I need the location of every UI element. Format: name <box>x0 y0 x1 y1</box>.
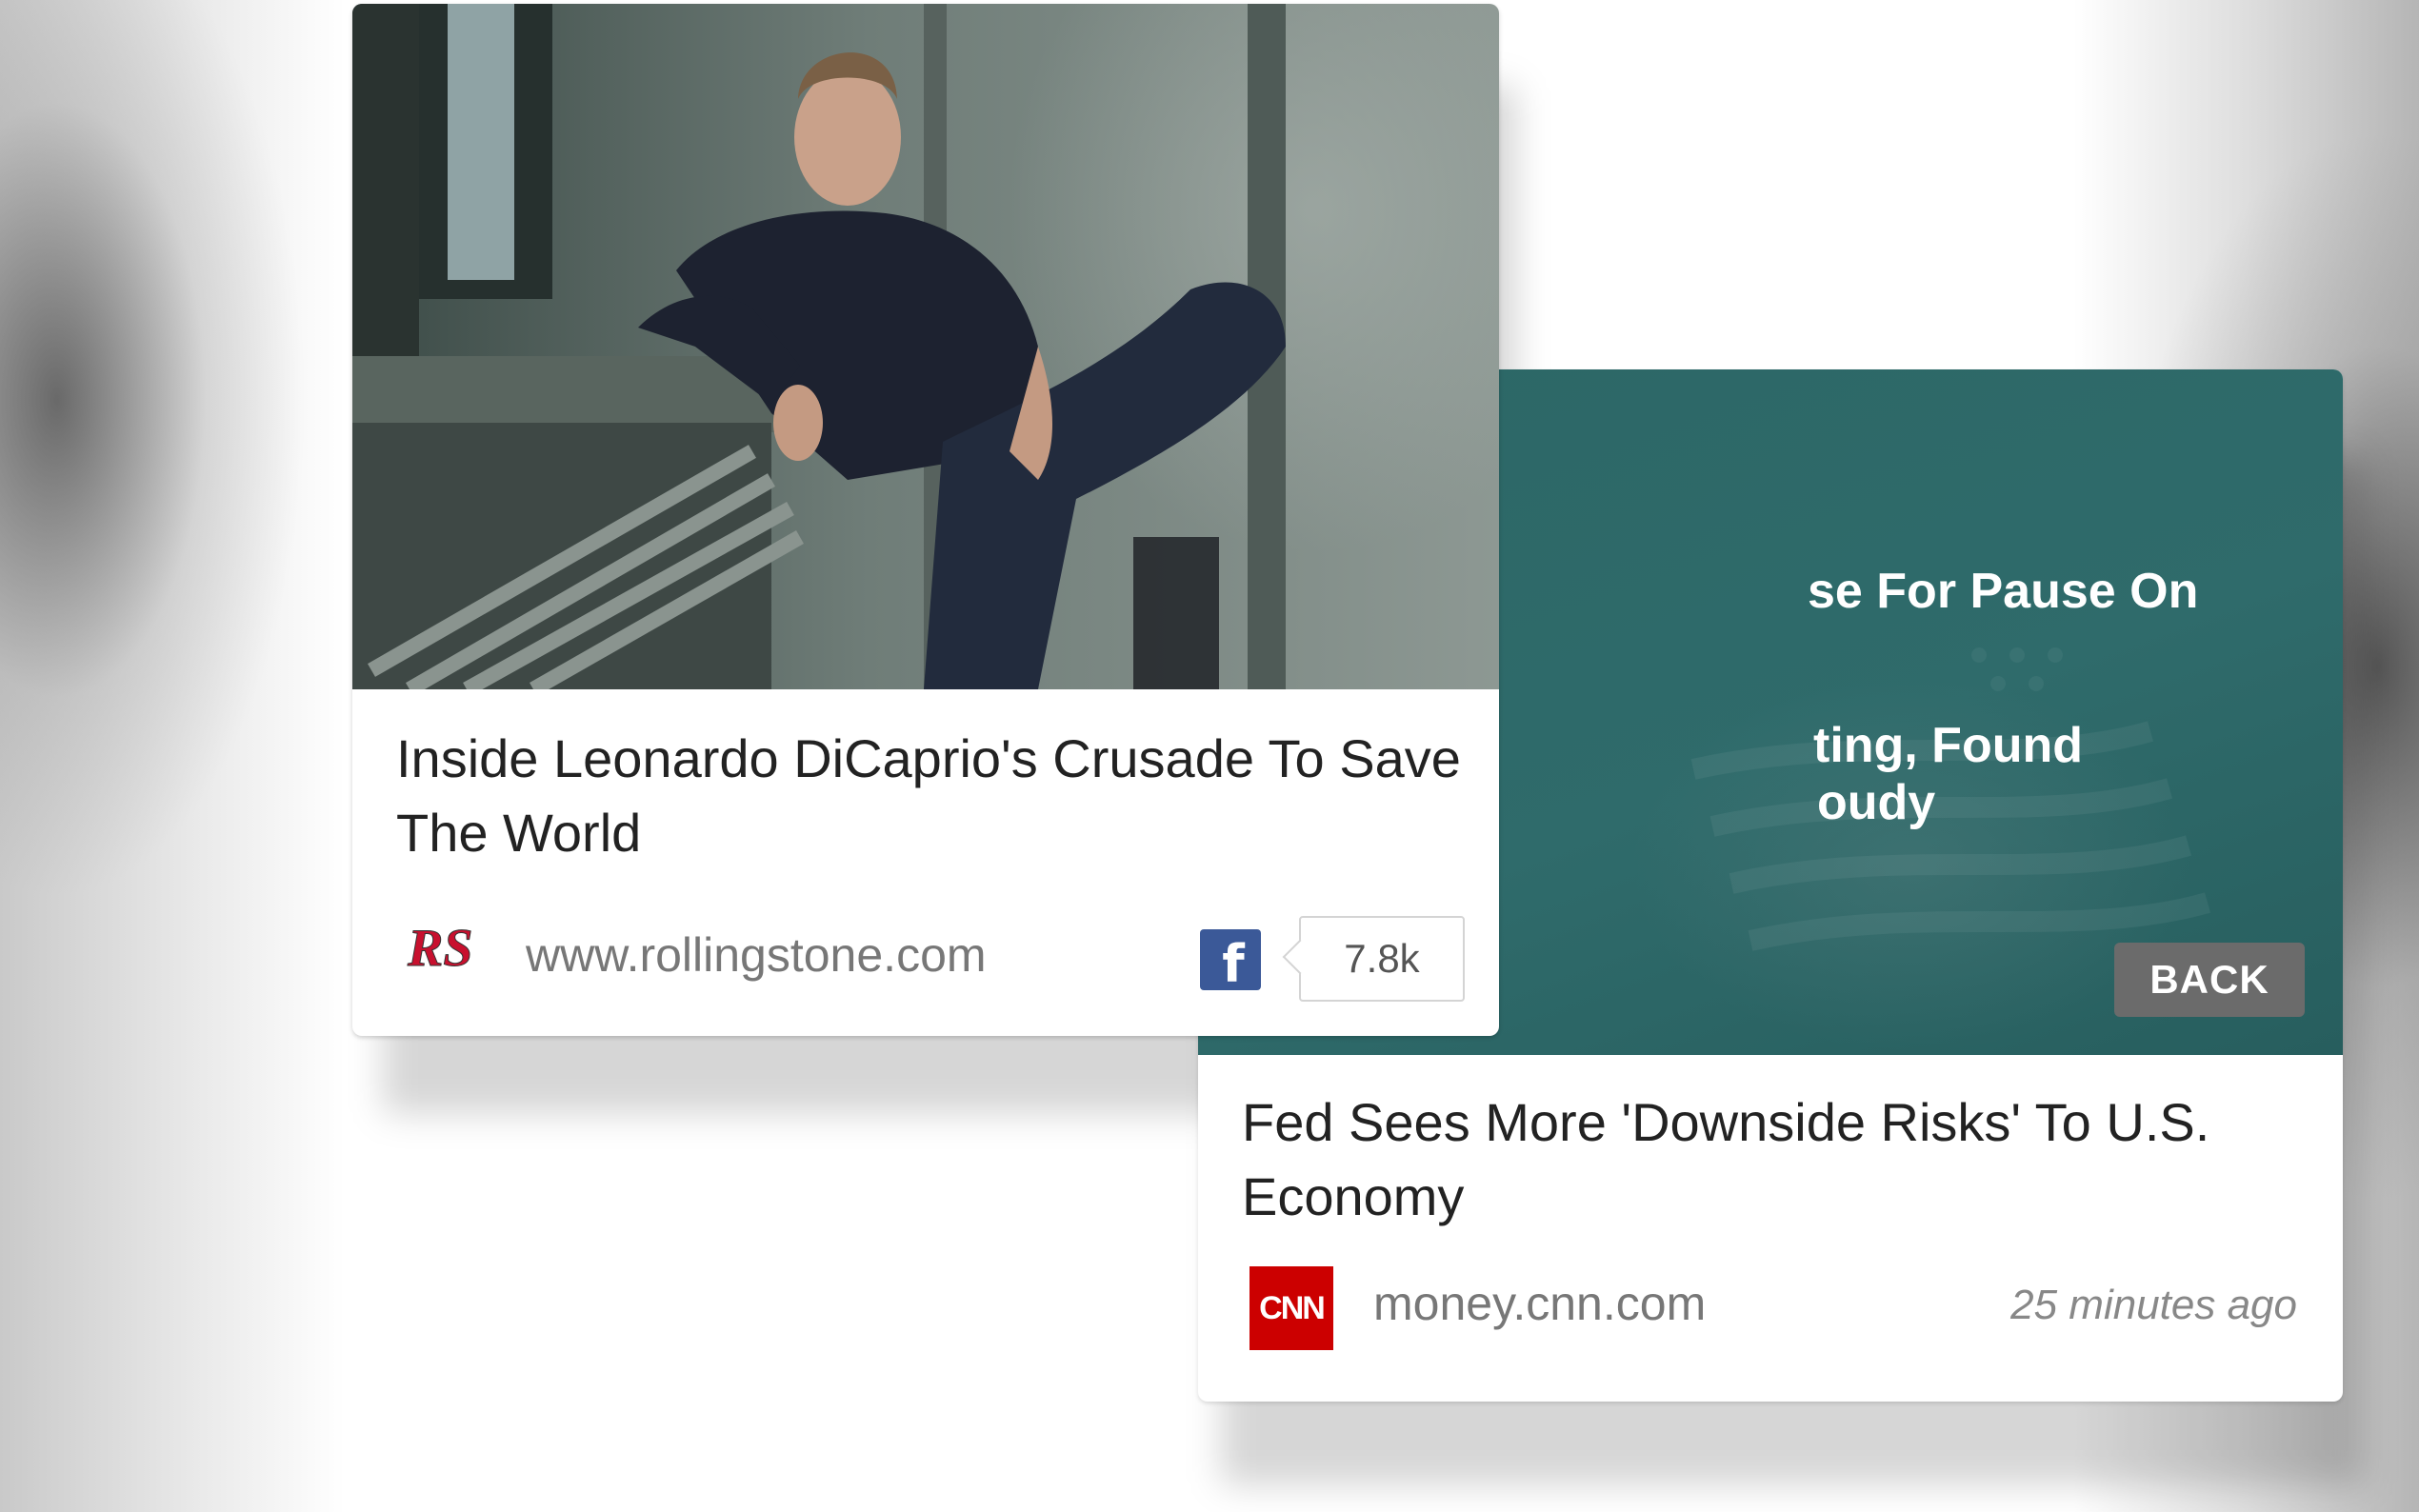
blurred-background-left <box>0 0 345 1512</box>
source-domain[interactable]: www.rollingstone.com <box>526 927 987 983</box>
cnn-logo-icon: CNN <box>1249 1266 1333 1350</box>
overlay-summary-line1: ting, Found <box>1813 718 2084 773</box>
facebook-glyph: f <box>1222 934 1245 990</box>
source-domain[interactable]: money.cnn.com <box>1373 1276 1706 1331</box>
facebook-icon[interactable]: f <box>1200 929 1261 990</box>
overlay-summary-line2: oudy <box>1817 775 1936 830</box>
share-count: 7.8k <box>1299 916 1465 1002</box>
rolling-stone-logo-icon: RS <box>407 919 474 979</box>
article-title[interactable]: Inside Leonardo DiCaprio's Crusade To Sa… <box>396 722 1463 870</box>
news-card-rollingstone[interactable]: Inside Leonardo DiCaprio's Crusade To Sa… <box>352 4 1499 1036</box>
news-cards-stage: se For Pause On ting, Found oudy BACK Fe… <box>345 0 2364 1512</box>
svg-text:RS: RS <box>407 919 473 978</box>
article-title[interactable]: Fed Sees More 'Downside Risks' To U.S. E… <box>1242 1085 2289 1234</box>
article-photo <box>352 4 1499 689</box>
timestamp: 25 minutes ago <box>2010 1282 2297 1328</box>
overlay-headline-line1: se For Pause On <box>1808 564 2199 619</box>
back-button[interactable]: BACK <box>2114 943 2305 1017</box>
